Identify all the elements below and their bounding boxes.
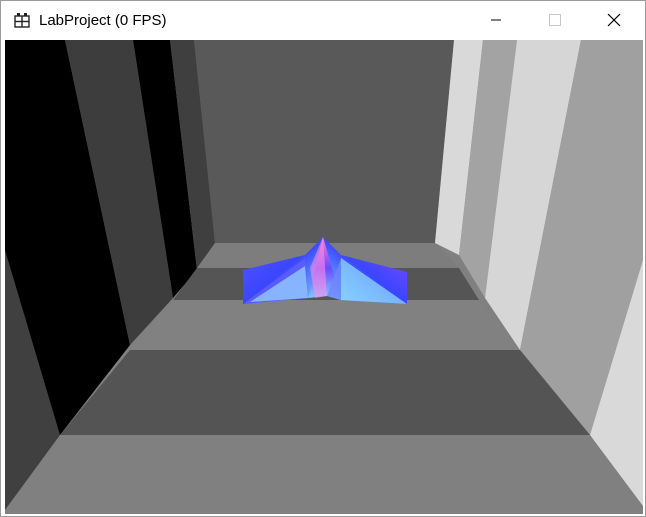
scene-canvas [5,40,643,514]
maximize-icon [549,14,561,26]
window-title: LabProject (0 FPS) [39,12,167,29]
minimize-button[interactable] [473,1,519,39]
floor-stripe [130,300,520,350]
app-grid-icon [14,13,30,28]
close-button[interactable] [591,1,637,39]
back-wall [194,40,454,243]
close-icon [607,13,621,27]
minimize-icon [491,19,501,21]
app-window: LabProject (0 FPS) [0,0,646,517]
maximize-button[interactable] [532,1,578,39]
title-bar[interactable]: LabProject (0 FPS) [1,1,645,39]
floor-stripe [5,435,643,514]
floor-stripe [60,350,590,435]
render-viewport[interactable] [5,40,643,514]
